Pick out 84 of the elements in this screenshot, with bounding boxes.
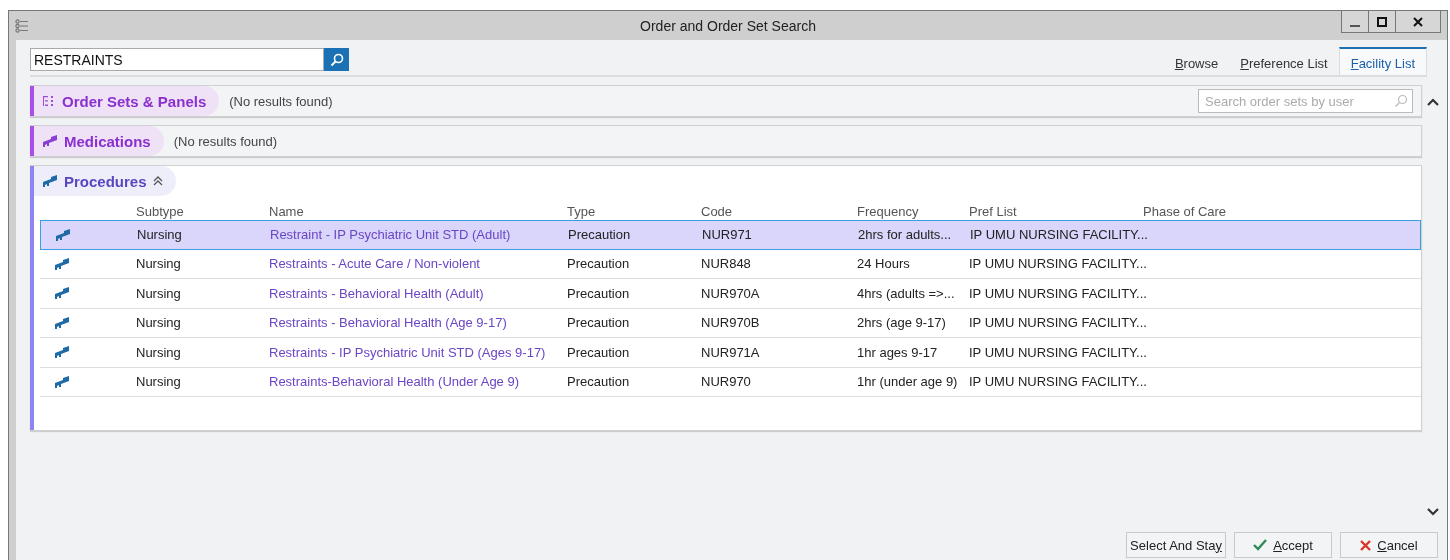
bed-icon <box>42 175 58 187</box>
order-link[interactable]: Restraints-Behavioral Health (Under Age 9) <box>269 374 567 390</box>
table-row[interactable]: Nursing Restraints - Acute Care / Non-violent Precaution NUR848 24 Hours IP UMU NURSING FACILITY... <box>40 249 1421 279</box>
order-link[interactable]: Restraints - IP Psychiatric Unit STD (Ages 9-17) <box>269 344 567 360</box>
table-cell-text: Nursing <box>136 285 182 301</box>
cross-icon <box>1360 539 1372 551</box>
bed-icon <box>54 316 70 329</box>
maximize-button[interactable] <box>1368 11 1396 33</box>
order-link[interactable]: Restraints - Behavioral Health (Age 9-17) <box>269 315 567 331</box>
table-cell-text: Nursing <box>137 227 183 243</box>
table-cell-text: Precaution <box>567 374 631 390</box>
checkmark-icon <box>1253 539 1268 551</box>
section-header[interactable]: Medications <box>34 126 164 156</box>
scroll-down-icon[interactable] <box>1427 508 1439 516</box>
table-cell-text: Nursing <box>136 374 182 390</box>
search-icon <box>329 52 344 67</box>
table-cell-text: 2hrs (age 9-17) <box>857 315 947 331</box>
tab[interactable]: Browse <box>1163 47 1230 75</box>
minimize-button[interactable] <box>1341 11 1369 33</box>
table-cell-text: 4hrs (adults =>... <box>857 285 956 301</box>
order-link[interactable]: Restraints - Acute Care / Non-violent <box>269 256 567 272</box>
table-cell-text: NUR970B <box>701 315 761 331</box>
table-cell-text: Nursing <box>136 315 182 331</box>
column-header: Pref List <box>969 203 1018 219</box>
status-text: (No results found) <box>173 133 277 149</box>
status-text: (No results found) <box>229 93 333 109</box>
bed-icon <box>54 375 70 388</box>
table-cell-text: 1hr ages 9-17 <box>857 344 939 360</box>
section-title: Procedures <box>64 172 147 190</box>
bed-icon <box>54 257 70 270</box>
table-cell-text: Precaution <box>568 227 632 243</box>
table-cell-text: Nursing <box>136 344 182 360</box>
section-title: Order Sets & Panels <box>62 92 207 110</box>
column-header: Name <box>269 203 305 219</box>
user-search-field[interactable]: Search order sets by user <box>1198 89 1413 113</box>
scroll-up-icon[interactable] <box>1427 98 1439 106</box>
column-header: Phase of Care <box>1143 203 1228 219</box>
search-button[interactable] <box>324 48 349 71</box>
list-icon <box>42 95 56 107</box>
search-field[interactable]: RESTRAINTS <box>30 48 324 71</box>
table-cell-text: NUR848 <box>701 256 752 272</box>
table-cell-text: 1hr (under age 9) <box>857 374 959 390</box>
table-cell-text: Precaution <box>567 256 631 272</box>
table-row[interactable]: Nursing Restraints - Behavioral Health (Age 9-17) Precaution NUR970B 2hrs (age 9-17) IP UMU NURSING FACILITY... <box>40 308 1421 338</box>
search-icon <box>1394 94 1408 108</box>
tab[interactable]: Preference List <box>1229 47 1339 75</box>
order-link[interactable]: Restraints - Behavioral Health (Adult) <box>269 285 567 301</box>
order-link[interactable]: Restraint - IP Psychiatric Unit STD (Adult) <box>270 227 568 243</box>
close-icon <box>1413 16 1423 27</box>
bed-icon <box>55 228 71 241</box>
column-header: Subtype <box>136 203 185 219</box>
section-header[interactable]: Order Sets & Panels <box>34 86 220 116</box>
section-title: Medications <box>64 132 151 150</box>
table-row[interactable]: Nursing Restraint - IP Psychiatric Unit STD (Adult) Precaution NUR971 2hrs for adults... IP UMU NURSING FACILITY... <box>40 220 1421 250</box>
maximize-icon <box>1377 16 1387 27</box>
table-cell-text: NUR971 <box>702 227 753 243</box>
column-header: Frequency <box>857 203 920 219</box>
tab[interactable]: Facility List <box>1338 47 1427 75</box>
menu-icon[interactable] <box>15 18 29 33</box>
table-cell-text: 2hrs for adults... <box>858 227 953 243</box>
select-and-stay-button[interactable]: Select And Stay <box>1126 532 1226 558</box>
column-header: Code <box>701 203 734 219</box>
table-row[interactable]: Nursing Restraints-Behavioral Health (Under Age 9) Precaution NUR970 1hr (under age 9) IP UMU NURSING FACILITY... <box>40 367 1421 397</box>
table-cell-text: Nursing <box>136 256 182 272</box>
table-cell-text: Precaution <box>567 344 631 360</box>
bed-icon <box>54 346 70 359</box>
minimize-icon <box>1350 24 1360 27</box>
close-button[interactable] <box>1395 11 1441 33</box>
table-cell-text: Precaution <box>567 315 631 331</box>
table-cell-text: NUR970 <box>701 374 752 390</box>
column-header: Type <box>567 203 597 219</box>
collapse-icon[interactable] <box>152 176 163 186</box>
table-cell-text: Precaution <box>567 285 631 301</box>
cancel-button[interactable]: Cancel <box>1340 532 1438 558</box>
accept-button[interactable]: Accept <box>1234 532 1332 558</box>
table-row[interactable]: Nursing Restraints - Behavioral Health (Adult) Precaution NUR970A 4hrs (adults =>... IP UMU NURSING FACILITY... <box>40 279 1421 309</box>
table-cell-text: NUR970A <box>701 285 761 301</box>
bed-icon <box>42 135 58 147</box>
section-header[interactable]: Procedures <box>34 166 176 196</box>
table-cell-text: NUR971A <box>701 344 761 360</box>
table-cell-text: 24 Hours <box>857 256 911 272</box>
table-row[interactable]: Nursing Restraints - IP Psychiatric Unit STD (Ages 9-17) Precaution NUR971A 1hr ages 9-17 IP UMU NURSING FACILITY... <box>40 338 1421 368</box>
window-title: Order and Order Set Search <box>640 17 816 34</box>
bed-icon <box>54 287 70 300</box>
